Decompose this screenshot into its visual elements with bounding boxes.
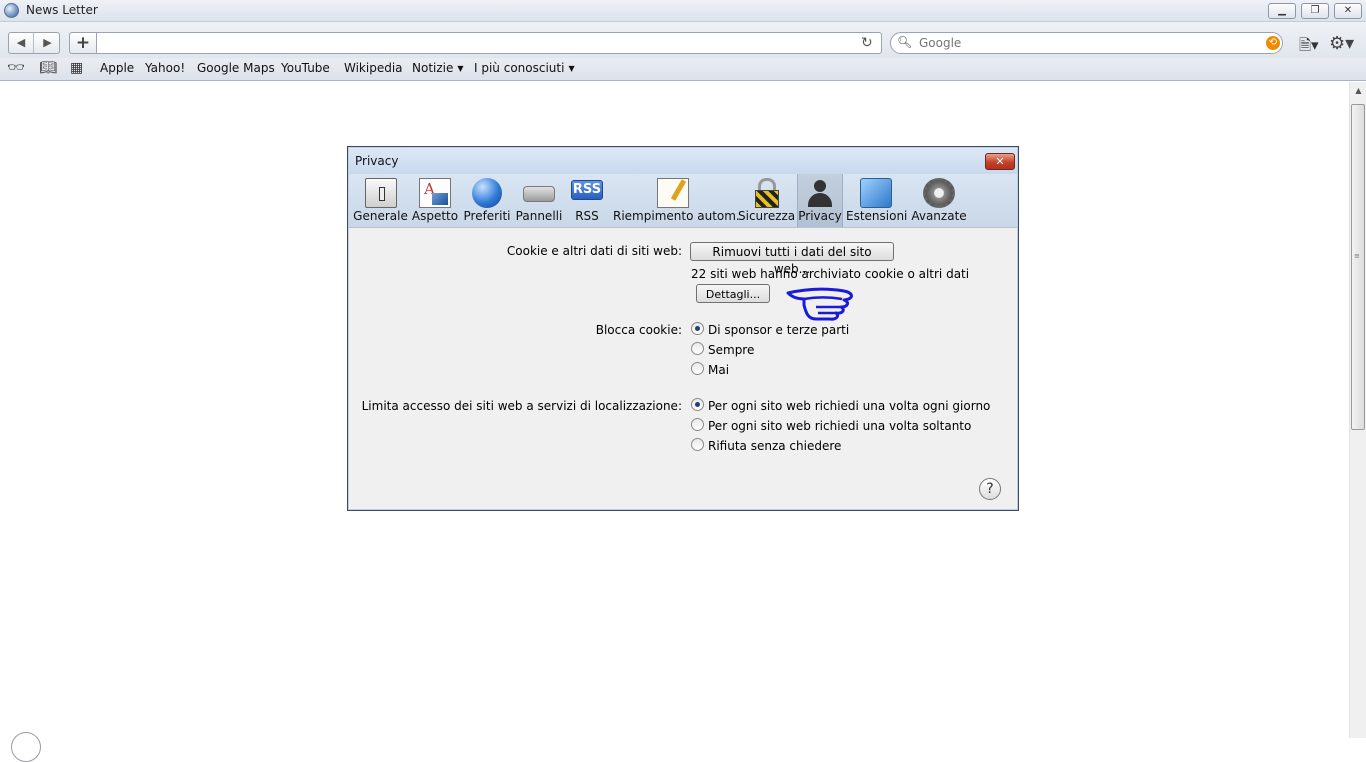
back-button[interactable]: ◀	[9, 33, 34, 53]
general-switch-icon	[364, 178, 397, 208]
dropdown-caret-icon: ▼	[457, 64, 464, 73]
scroll-grip-icon: ≡	[1354, 252, 1360, 260]
bookmark-wikipedia[interactable]: Wikipedia	[344, 61, 403, 75]
tab-label: Preferiti	[463, 209, 511, 223]
scroll-up-arrow-icon[interactable]: ▲	[1350, 82, 1366, 99]
tab-label: Generale	[353, 209, 408, 223]
tab-label: RSS	[575, 209, 599, 223]
autofill-pen-icon	[657, 178, 689, 208]
radio-label[interactable]: Di sponsor e terze parti	[708, 323, 849, 337]
tab-sicurezza[interactable]: Sicurezza	[738, 174, 796, 227]
radio-location-once[interactable]	[691, 418, 704, 431]
search-box: 🔍︎ ⟲	[890, 32, 1283, 54]
tab-label: Aspetto	[411, 209, 459, 223]
tab-label: Estensioni	[846, 209, 908, 223]
preferences-tabbar: Generale Aspetto Preferiti Pannelli RSS …	[349, 174, 1017, 228]
radio-label[interactable]: Sempre	[708, 343, 754, 357]
bookmarks-bar: 👓︎ 📖︎ ▦ Apple Yahoo! Google Maps YouTube…	[0, 58, 1366, 81]
radio-label[interactable]: Mai	[708, 363, 729, 377]
remove-all-website-data-button[interactable]: Rimuovi tutti i dati del sito web...	[690, 242, 894, 276]
radio-location-daily[interactable]	[691, 398, 704, 411]
bookmark-youtube[interactable]: YouTube	[281, 61, 330, 75]
radio-location-deny[interactable]	[691, 438, 704, 451]
radio-label[interactable]: Per ogni sito web richiedi una volta ogn…	[708, 399, 990, 413]
tab-generale[interactable]: Generale	[353, 174, 408, 227]
app-logo-icon	[4, 3, 19, 18]
tab-avanzate[interactable]: Avanzate	[910, 174, 968, 227]
rss-feed-icon: RSS	[571, 180, 603, 200]
minimize-button[interactable]: ▁	[1268, 3, 1296, 19]
dropdown-caret-icon: ▼	[568, 64, 575, 73]
tab-label: Pannelli	[515, 209, 563, 223]
tabs-panel-icon	[523, 186, 555, 202]
tab-pannelli[interactable]: Pannelli	[514, 174, 564, 227]
search-input[interactable]	[917, 34, 1247, 52]
search-icon[interactable]: 🔍︎	[897, 35, 912, 49]
bookmark-apple[interactable]: Apple	[100, 61, 134, 75]
address-bar[interactable]	[96, 32, 882, 54]
radio-label[interactable]: Per ogni sito web richiedi una volta sol…	[708, 419, 971, 433]
help-button[interactable]: ?	[979, 478, 1001, 500]
privacy-person-icon	[804, 178, 836, 208]
preferences-dialog: Privacy ✕ Generale Aspetto Preferiti Pan…	[347, 146, 1019, 511]
scroll-thumb[interactable]: ≡	[1351, 104, 1365, 430]
tab-privacy[interactable]: Privacy	[797, 174, 843, 227]
reload-icon[interactable]: ↻	[861, 35, 873, 51]
dialog-close-button[interactable]: ✕	[985, 153, 1015, 170]
dialog-title: Privacy	[355, 154, 399, 168]
close-window-button[interactable]: ✕	[1334, 3, 1362, 19]
tab-label: Sicurezza	[738, 209, 796, 223]
bookmark-menu-piu-conosciuti[interactable]: I più conosciuti ▼	[474, 61, 575, 75]
bookmark-yahoo[interactable]: Yahoo!	[145, 61, 185, 75]
tab-estensioni[interactable]: Estensioni	[846, 174, 908, 227]
page-menu-icon[interactable]: 🗎▾	[1299, 35, 1319, 60]
globe-icon	[11, 732, 41, 762]
vertical-scrollbar[interactable]: ▲ ≡	[1349, 82, 1366, 738]
dialog-titlebar: Privacy ✕	[349, 148, 1017, 174]
details-button[interactable]: Dettagli...	[696, 284, 770, 303]
bookmark-menu-notizie[interactable]: Notizie ▼	[412, 61, 464, 75]
window-title: News Letter	[26, 3, 98, 17]
tab-label: Privacy	[798, 209, 842, 223]
forward-button[interactable]: ▶	[35, 33, 60, 53]
advanced-gear-icon	[923, 178, 955, 208]
pointing-hand-icon	[786, 287, 853, 321]
window-titlebar: News Letter ▁ ❐ ✕	[0, 0, 1366, 22]
cookies-count-text: 22 siti web hanno archiviato cookie o al…	[691, 267, 970, 281]
radio-block-never[interactable]	[691, 362, 704, 375]
search-reset-icon[interactable]: ⟲	[1266, 36, 1280, 50]
appearance-font-icon	[419, 178, 451, 208]
tab-label: Avanzate	[911, 209, 967, 223]
tab-rss[interactable]: RSS RSS	[566, 174, 608, 227]
bookmarks-book-icon[interactable]: 📖︎	[39, 60, 57, 76]
globe-bookmarks-icon	[472, 178, 502, 208]
radio-block-always[interactable]	[691, 342, 704, 355]
block-cookies-label: Blocca cookie:	[595, 323, 682, 337]
top-sites-grid-icon[interactable]: ▦	[70, 60, 83, 76]
location-access-label: Limita accesso dei siti web a servizi di…	[361, 399, 682, 413]
bookmark-menu-label: I più conosciuti	[474, 61, 565, 75]
radio-block-third-party[interactable]	[691, 322, 704, 335]
tab-aspetto[interactable]: Aspetto	[410, 174, 460, 227]
settings-gear-icon[interactable]: ⚙▾	[1329, 33, 1354, 54]
tab-label: Riempimento autom.	[613, 209, 740, 223]
security-lock-icon	[750, 178, 782, 208]
add-bookmark-button[interactable]: +	[69, 32, 97, 54]
browser-toolbar: ◀ ▶ + ↻ 🔍︎ ⟲ 🗎▾ ⚙▾	[0, 22, 1366, 58]
navigation-buttons: ◀ ▶	[8, 32, 60, 54]
tab-preferiti[interactable]: Preferiti	[462, 174, 512, 227]
reading-list-icon[interactable]: 👓︎	[7, 60, 25, 76]
radio-label[interactable]: Rifiuta senza chiedere	[708, 439, 841, 453]
bookmark-menu-label: Notizie	[412, 61, 454, 75]
tab-riempimento-autom[interactable]: Riempimento autom.	[613, 174, 740, 227]
bookmark-google-maps[interactable]: Google Maps	[197, 61, 275, 75]
maximize-button[interactable]: ❐	[1301, 3, 1329, 19]
extensions-puzzle-icon	[860, 178, 892, 208]
cookies-label: Cookie e altri dati di siti web:	[506, 244, 682, 258]
